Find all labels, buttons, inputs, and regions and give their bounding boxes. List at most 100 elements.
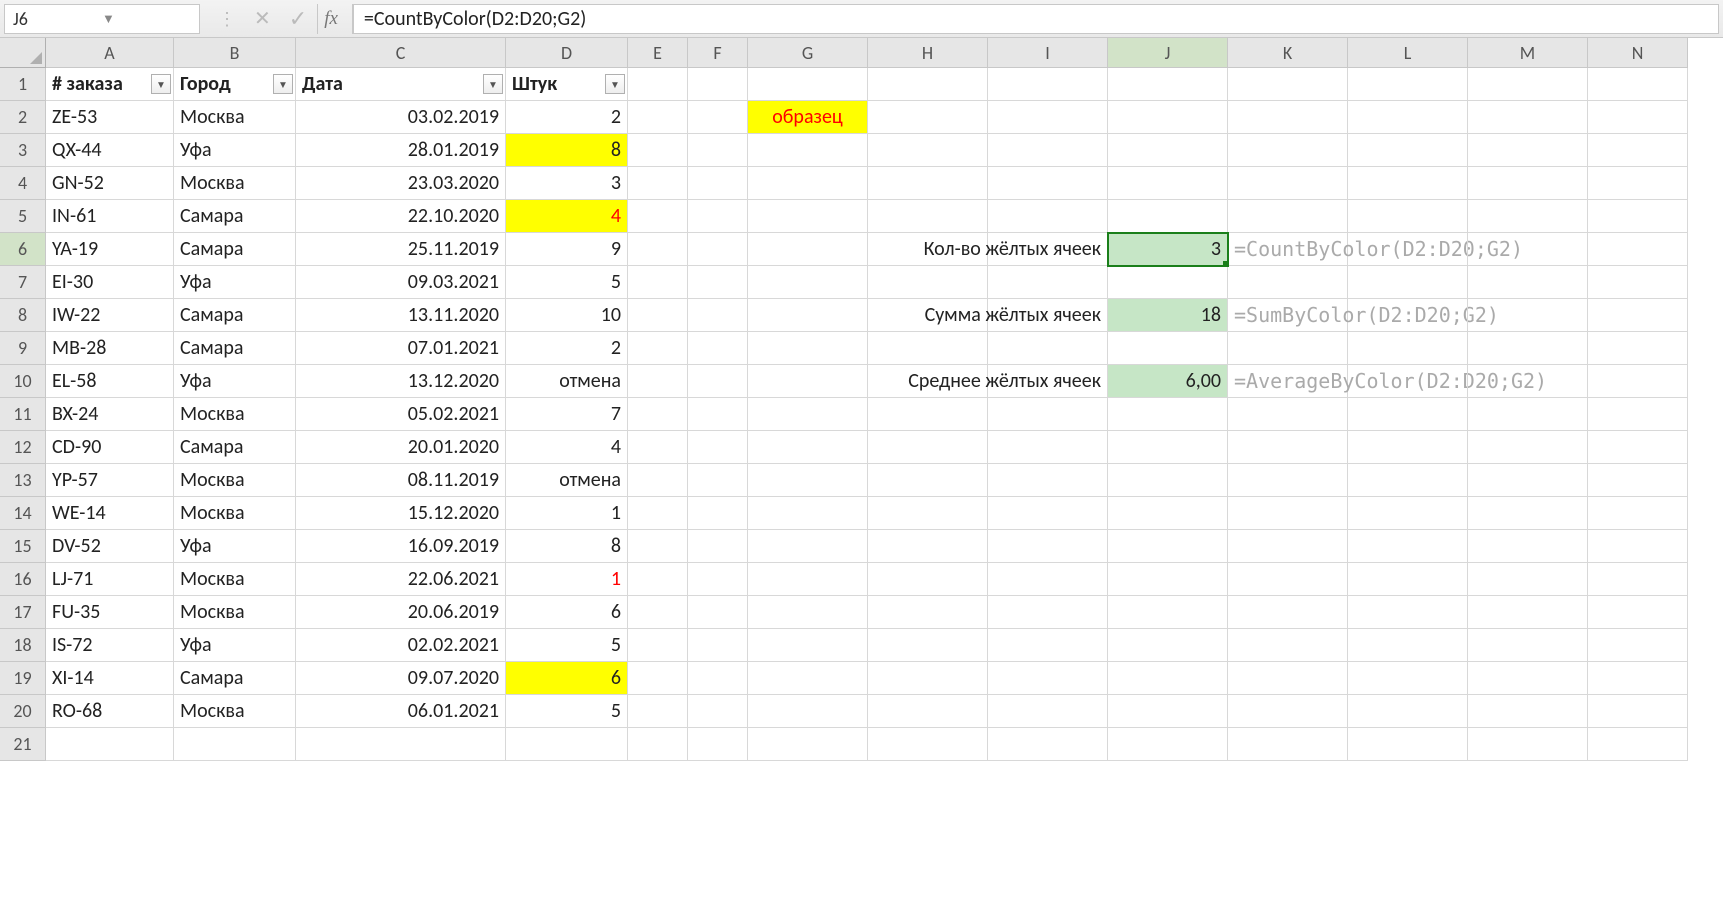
row-header[interactable]: 7 — [0, 266, 46, 299]
cell-date[interactable]: 09.07.2020 — [296, 662, 506, 695]
cell-qty[interactable]: 3 — [506, 167, 628, 200]
cell[interactable] — [1588, 233, 1688, 266]
cell[interactable] — [1348, 629, 1468, 662]
filter-dropdown-icon[interactable]: ▼ — [151, 74, 171, 94]
cell-order-id[interactable]: BX-24 — [46, 398, 174, 431]
cell-qty[interactable]: 2 — [506, 332, 628, 365]
cell-date[interactable]: 16.09.2019 — [296, 530, 506, 563]
cell[interactable] — [1228, 530, 1348, 563]
row-header[interactable]: 12 — [0, 431, 46, 464]
cell[interactable] — [688, 464, 748, 497]
cell-date[interactable]: 13.12.2020 — [296, 365, 506, 398]
summary-label[interactable]: Сумма жёлтых ячеек — [988, 299, 1108, 332]
cell[interactable] — [688, 332, 748, 365]
column-header[interactable]: H — [868, 38, 988, 68]
cell[interactable] — [628, 299, 688, 332]
cell[interactable] — [1588, 530, 1688, 563]
row-header[interactable]: 15 — [0, 530, 46, 563]
cell[interactable] — [868, 629, 988, 662]
cell-city[interactable]: Москва — [174, 695, 296, 728]
cell-city[interactable]: Москва — [174, 563, 296, 596]
summary-formula[interactable]: =SumByColor(D2:D20;G2) — [1228, 299, 1348, 332]
cell[interactable] — [1468, 200, 1588, 233]
cell[interactable] — [1348, 68, 1468, 101]
cell-city[interactable]: Самара — [174, 431, 296, 464]
cell[interactable] — [1588, 695, 1688, 728]
cell[interactable] — [1588, 167, 1688, 200]
cell-order-id[interactable]: IS-72 — [46, 629, 174, 662]
cell[interactable] — [988, 530, 1108, 563]
cell[interactable] — [1468, 728, 1588, 761]
cell-qty[interactable]: 1 — [506, 563, 628, 596]
cell[interactable] — [1348, 530, 1468, 563]
column-header[interactable]: G — [748, 38, 868, 68]
summary-label[interactable]: Среднее жёлтых ячеек — [988, 365, 1108, 398]
cell[interactable] — [868, 398, 988, 431]
column-header[interactable]: D — [506, 38, 628, 68]
cell[interactable] — [1228, 134, 1348, 167]
row-header[interactable]: 21 — [0, 728, 46, 761]
column-header[interactable]: A — [46, 38, 174, 68]
cell[interactable] — [988, 101, 1108, 134]
cell[interactable] — [628, 596, 688, 629]
cell[interactable] — [1228, 68, 1348, 101]
cell[interactable] — [1588, 266, 1688, 299]
cell[interactable] — [988, 695, 1108, 728]
cancel-icon[interactable]: ✕ — [254, 6, 271, 31]
cell-qty[interactable]: 6 — [506, 596, 628, 629]
row-header[interactable]: 4 — [0, 167, 46, 200]
cell-date[interactable]: 20.01.2020 — [296, 431, 506, 464]
cell[interactable] — [988, 563, 1108, 596]
cell[interactable] — [688, 266, 748, 299]
cell[interactable] — [1348, 695, 1468, 728]
cell-city[interactable]: Самара — [174, 332, 296, 365]
row-header[interactable]: 6 — [0, 233, 46, 266]
cell[interactable] — [174, 728, 296, 761]
cell[interactable] — [628, 728, 688, 761]
cell[interactable] — [628, 101, 688, 134]
cell-date[interactable]: 25.11.2019 — [296, 233, 506, 266]
cell[interactable] — [628, 134, 688, 167]
summary-formula[interactable]: =CountByColor(D2:D20;G2) — [1228, 233, 1348, 266]
cell-order-id[interactable]: ZE-53 — [46, 101, 174, 134]
cell[interactable] — [1348, 167, 1468, 200]
cell[interactable] — [628, 530, 688, 563]
cell[interactable] — [748, 728, 868, 761]
cell[interactable] — [1468, 299, 1588, 332]
cell[interactable] — [988, 431, 1108, 464]
cell[interactable] — [688, 167, 748, 200]
cell[interactable] — [1228, 728, 1348, 761]
row-header[interactable]: 19 — [0, 662, 46, 695]
row-header[interactable]: 17 — [0, 596, 46, 629]
cell[interactable] — [1348, 497, 1468, 530]
cell[interactable] — [1348, 200, 1468, 233]
cell-qty[interactable]: 9 — [506, 233, 628, 266]
cell[interactable] — [1108, 530, 1228, 563]
cell[interactable] — [748, 431, 868, 464]
cell[interactable] — [868, 167, 988, 200]
cell-city[interactable]: Уфа — [174, 266, 296, 299]
cell[interactable] — [296, 728, 506, 761]
cell[interactable] — [1108, 629, 1228, 662]
row-header[interactable]: 5 — [0, 200, 46, 233]
cell[interactable] — [628, 365, 688, 398]
cell-order-id[interactable]: EI-30 — [46, 266, 174, 299]
cell-date[interactable]: 28.01.2019 — [296, 134, 506, 167]
cell[interactable] — [688, 563, 748, 596]
cell-qty[interactable]: 5 — [506, 695, 628, 728]
table-header-cell[interactable]: # заказа▼ — [46, 68, 174, 101]
cell[interactable] — [1588, 398, 1688, 431]
cell[interactable] — [1348, 596, 1468, 629]
cell[interactable] — [988, 662, 1108, 695]
column-header[interactable]: N — [1588, 38, 1688, 68]
cell[interactable] — [1108, 662, 1228, 695]
cell[interactable] — [1228, 332, 1348, 365]
cell-city[interactable]: Москва — [174, 596, 296, 629]
cell[interactable] — [1588, 629, 1688, 662]
cell[interactable] — [1468, 464, 1588, 497]
row-header[interactable]: 18 — [0, 629, 46, 662]
cell[interactable] — [1588, 299, 1688, 332]
cell[interactable] — [748, 200, 868, 233]
cell-order-id[interactable]: RO-68 — [46, 695, 174, 728]
summary-value[interactable]: 6,00 — [1108, 365, 1228, 398]
